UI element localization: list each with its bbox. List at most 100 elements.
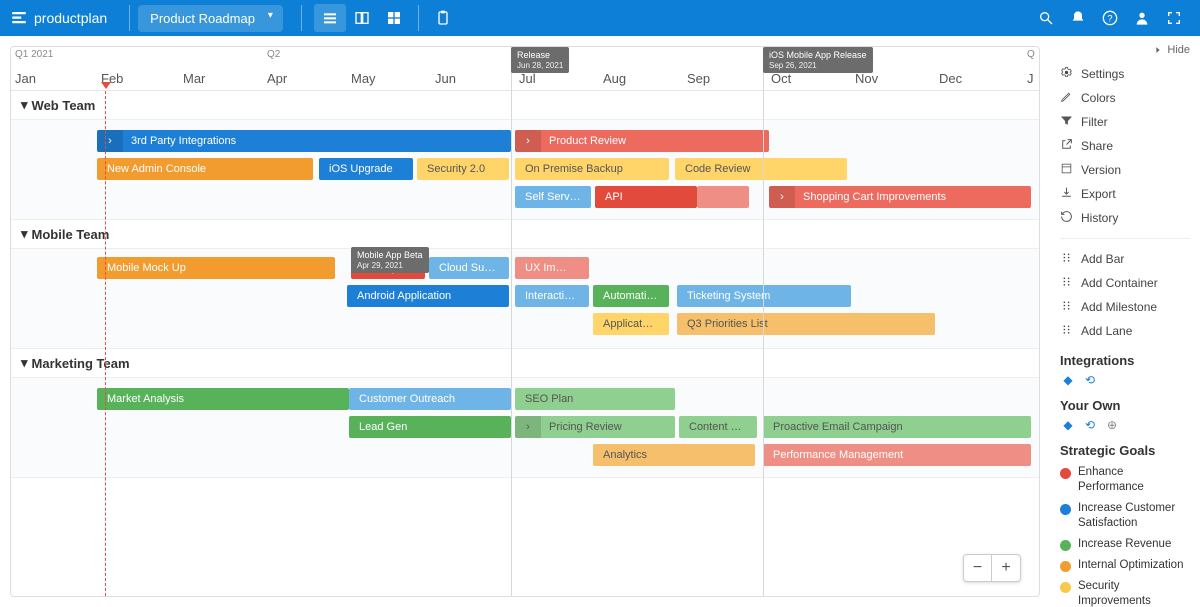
timeline-view-icon[interactable] [314,4,346,32]
user-icon[interactable] [1126,4,1158,32]
brand-logo[interactable]: productplan [10,9,107,27]
side-share[interactable]: Share [1060,134,1190,158]
bar-tooltip: Mobile App BetaApr 29, 2021 [351,247,429,273]
your-own-icon[interactable]: ◆ [1060,417,1076,433]
roadmap-bar[interactable]: iOS Upgrade [319,158,413,180]
goal-item[interactable]: Increase Revenue [1060,534,1190,555]
side-history[interactable]: History [1060,206,1190,230]
side-add-bar[interactable]: Add Bar [1060,247,1190,271]
milestone-line [763,47,764,596]
goal-dot [1060,561,1071,572]
roadmap-bar[interactable]: Ticketing System [677,285,851,307]
lane-header[interactable]: ▾Marketing Team [11,349,1039,378]
roadmap-bar[interactable] [697,186,749,208]
side-settings[interactable]: Settings [1060,62,1190,86]
lane-header[interactable]: ▾Web Team [11,91,1039,120]
help-icon[interactable]: ? [1094,4,1126,32]
roadmap-bar[interactable]: Q3 Priorities List [677,313,935,335]
roadmap-canvas: Q1 2021Q2Q3Q4QJanFebMarAprMayJunJulAugSe… [0,36,1050,607]
side-panel: Hide SettingsColorsFilterShareVersionExp… [1050,36,1200,607]
fullscreen-icon[interactable] [1158,4,1190,32]
bar-label: Customer Outreach [359,393,455,405]
goal-dot [1060,540,1071,551]
milestone-tag[interactable]: iOS Mobile App ReleaseSep 26, 2021 [763,47,873,73]
roadmap-bar[interactable]: On Premise Backup [515,158,669,180]
bar-label: Lead Gen [359,421,407,433]
goal-item[interactable]: Increase Customer Satisfaction [1060,498,1190,534]
bar-label: Analytics [603,449,647,461]
zoom-in-button[interactable]: + [992,555,1020,581]
roadmap-bar[interactable]: Content … [679,416,757,438]
separator [301,5,302,31]
roadmap-bar[interactable]: Market Analysis [97,388,349,410]
chevron-down-icon: ▾ [21,226,28,242]
export-icon [1060,186,1073,202]
roadmap-bar[interactable]: Interacti… [515,285,589,307]
milestone-line [511,47,512,596]
brand-text: productplan [34,10,107,26]
goal-item[interactable]: Security Improvements [1060,576,1190,607]
drag-icon [1060,275,1073,291]
roadmap-bar[interactable]: UX Im… [515,257,589,279]
roadmap-bar[interactable]: Customer Outreach [349,388,511,410]
side-colors[interactable]: Colors [1060,86,1190,110]
bar-label: iOS Upgrade [329,163,393,175]
roadmap-bar[interactable]: Cloud Su… [429,257,509,279]
add-your-own-icon[interactable]: ⊕ [1104,417,1120,433]
lane-header[interactable]: ▾Mobile Team [11,220,1039,249]
your-own-refresh-icon[interactable]: ⟲ [1082,417,1098,433]
side-export[interactable]: Export [1060,182,1190,206]
side-add-container[interactable]: Add Container [1060,271,1190,295]
side-filter[interactable]: Filter [1060,110,1190,134]
month-label: Mar [183,71,205,86]
roadmap-bar[interactable]: Mobile Mock Up [97,257,335,279]
quarter-label: Q [1027,49,1035,60]
integration-refresh-icon[interactable]: ⟲ [1082,372,1098,388]
roadmap-bar[interactable]: Self Serv… [515,186,591,208]
roadmap-dropdown[interactable]: Product Roadmap [138,5,283,32]
month-label: Apr [267,71,287,86]
roadmap-bar[interactable]: New Admin Console [97,158,313,180]
roadmap-bar[interactable]: ›Shopping Cart Improvements [769,186,1031,208]
roadmap-bar[interactable]: Lead Gen [349,416,511,438]
side-add-milestone[interactable]: Add Milestone [1060,295,1190,319]
hide-panel-button[interactable]: Hide [1060,44,1190,56]
logo-icon [10,9,28,27]
roadmap-bar[interactable]: Applicat… [593,313,669,335]
roadmap-bar[interactable]: API [595,186,697,208]
roadmap-bar[interactable]: Automati… [593,285,669,307]
month-label: May [351,71,376,86]
bar-label: Automati… [603,290,657,302]
goal-item[interactable]: Enhance Performance [1060,462,1190,498]
roadmap-bar[interactable]: Proactive Email Campaign [763,416,1031,438]
roadmap-bar[interactable]: ›3rd Party Integrations [97,130,511,152]
side-add-lane[interactable]: Add Lane [1060,319,1190,343]
your-own-icons: ◆ ⟲ ⊕ [1060,417,1190,433]
milestone-tag[interactable]: ReleaseJun 28, 2021 [511,47,569,73]
roadmap-bar[interactable]: Android Application [347,285,509,307]
roadmap-bar[interactable]: Performance Management [763,444,1031,466]
side-version[interactable]: Version [1060,158,1190,182]
roadmap-bar[interactable]: Analytics [593,444,755,466]
roadmap-bar[interactable]: SEO Plan [515,388,675,410]
roadmap-bar[interactable]: Code Review [675,158,847,180]
expand-chevron-icon[interactable]: › [515,130,541,152]
split-view-icon[interactable] [346,4,378,32]
bar-label: Market Analysis [107,393,184,405]
roadmap-bar[interactable]: ›Pricing Review [515,416,675,438]
bar-label: UX Im… [525,262,567,274]
roadmap-bar[interactable]: ›Product Review [515,130,769,152]
roadmap-bar[interactable]: Security 2.0 [417,158,509,180]
expand-chevron-icon[interactable]: › [515,416,541,438]
clipboard-icon[interactable] [427,4,459,32]
search-icon[interactable] [1030,4,1062,32]
expand-chevron-icon[interactable]: › [769,186,795,208]
integrations-heading: Integrations [1060,353,1190,368]
expand-chevron-icon[interactable]: › [97,130,123,152]
lane-body: ›3rd Party Integrations›Product Review Ne… [11,120,1039,220]
zoom-out-button[interactable]: − [964,555,992,581]
integration-icon[interactable]: ◆ [1060,372,1076,388]
goal-item[interactable]: Internal Optimization [1060,555,1190,576]
grid-view-icon[interactable] [378,4,410,32]
bell-icon[interactable] [1062,4,1094,32]
